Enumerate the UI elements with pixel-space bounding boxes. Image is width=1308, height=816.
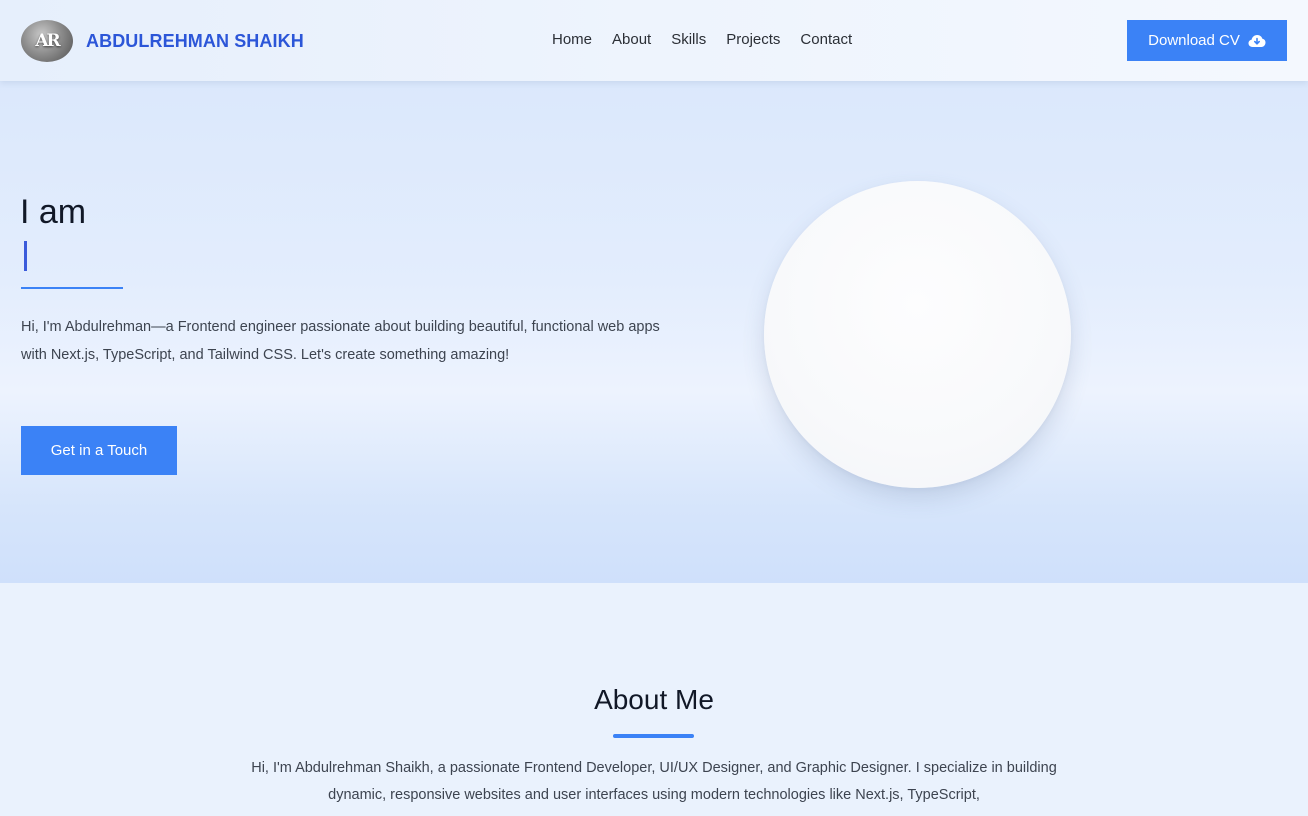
typing-cursor <box>24 241 27 271</box>
hero-title: I am <box>20 193 87 231</box>
nav-link-skills[interactable]: Skills <box>671 31 706 48</box>
avatar-initials: AR <box>35 31 60 51</box>
nav-link-projects[interactable]: Projects <box>726 31 780 48</box>
brand-name[interactable]: ABDULREHMAN SHAIKH <box>86 31 304 52</box>
nav-links: Home About Skills Projects Contact <box>552 31 872 48</box>
nav-link-home[interactable]: Home <box>552 31 592 48</box>
about-text: Hi, I'm Abdulrehman Shaikh, a passionate… <box>251 760 1057 803</box>
hero-intro: Hi, I'm Abdulrehman—a Frontend engineer … <box>21 319 660 363</box>
brand[interactable]: AR ABDULREHMAN SHAIKH <box>21 20 304 62</box>
navbar: AR ABDULREHMAN SHAIKH Home About Skills … <box>0 0 1308 81</box>
avatar: AR <box>21 20 73 62</box>
download-cv-label: Download CV <box>1148 32 1240 49</box>
cloud-download-icon <box>1248 34 1266 48</box>
hero-section: I am Hi, I'm Abdulrehman—a Frontend engi… <box>0 81 1308 583</box>
nav-link-about[interactable]: About <box>612 31 651 48</box>
profile-image <box>764 181 1071 488</box>
about-underline <box>613 734 694 738</box>
hero-underline <box>21 287 123 289</box>
about-title: About Me <box>594 684 714 715</box>
nav-link-contact[interactable]: Contact <box>800 31 852 48</box>
download-cv-button[interactable]: Download CV <box>1127 20 1287 61</box>
about-section: About Me Hi, I'm Abdulrehman Shaikh, a p… <box>0 583 1308 816</box>
get-in-touch-button[interactable]: Get in a Touch <box>21 426 177 475</box>
